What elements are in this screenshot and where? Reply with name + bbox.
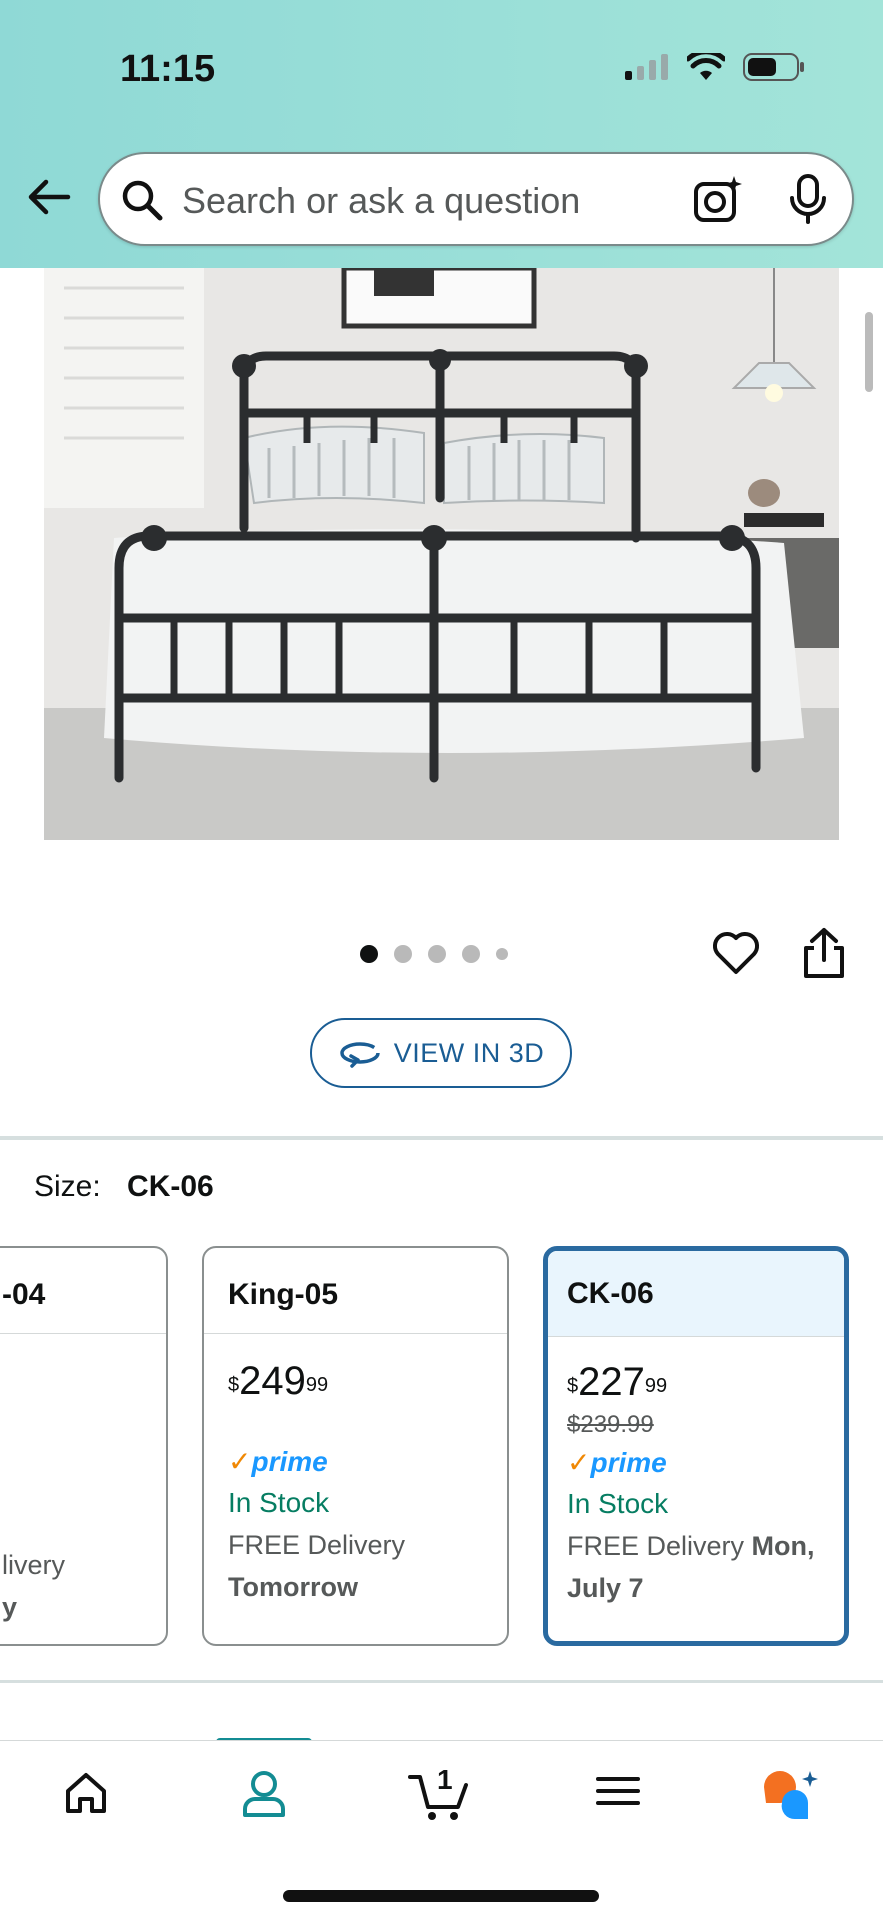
size-label: Size: — [34, 1170, 101, 1203]
price: $24999 — [228, 1359, 329, 1403]
wishlist-button[interactable] — [710, 928, 762, 983]
search-input[interactable]: Search or ask a question — [182, 180, 580, 222]
section-divider — [0, 1136, 883, 1140]
search-bar[interactable]: Search or ask a question — [98, 152, 854, 246]
scroll-indicator[interactable] — [865, 312, 873, 392]
battery-icon — [743, 53, 804, 81]
carousel-dot-5[interactable] — [496, 948, 508, 960]
size-option-title: King-05 — [204, 1248, 507, 1334]
top-header: 11:15 Search or ask a question — [0, 0, 883, 268]
tab-home[interactable] — [62, 1769, 110, 1822]
size-option-card-selected[interactable]: CK-06 $22799 $239.99 ✓prime In Stock FRE… — [543, 1246, 849, 1646]
price: $22799 — [567, 1360, 668, 1404]
selected-size: CK-06 — [127, 1170, 214, 1203]
carousel-dot-1[interactable] — [360, 945, 378, 963]
menu-icon — [596, 1777, 640, 1805]
person-icon — [243, 1771, 285, 1817]
prime-badge: ✓prime — [228, 1446, 328, 1477]
signal-icon — [625, 54, 668, 80]
prime-badge: ✓prime — [567, 1447, 667, 1478]
status-time: 11:15 — [120, 48, 216, 90]
carousel-dot-2[interactable] — [394, 945, 412, 963]
stock-status: In Stock — [228, 1487, 330, 1518]
cart-count-badge: 1 — [437, 1764, 453, 1795]
delivery-date: Tomorrow — [228, 1572, 358, 1602]
list-price: $239.99 — [567, 1411, 654, 1438]
delivery-date: y — [2, 1592, 18, 1622]
product-image[interactable] — [44, 268, 839, 840]
carousel-dot-4[interactable] — [462, 945, 480, 963]
image-carousel-dots[interactable] — [360, 945, 508, 963]
section-divider — [0, 1680, 883, 1683]
camera-search-icon[interactable] — [692, 174, 744, 226]
view-in-3d-label: VIEW IN 3D — [393, 1037, 545, 1068]
home-indicator[interactable] — [283, 1890, 599, 1902]
size-option-card[interactable]: King-05 $24999 ✓prime In Stock FREE Deli… — [202, 1246, 509, 1646]
share-icon — [804, 928, 844, 978]
delivery-info: FREE Delivery Mon, July 7 — [567, 1531, 815, 1603]
tab-menu[interactable] — [596, 1769, 640, 1818]
size-option-card[interactable]: -04 livery y — [0, 1246, 168, 1646]
microphone-icon[interactable] — [786, 172, 830, 226]
back-arrow-icon — [28, 179, 71, 215]
back-button[interactable] — [24, 172, 74, 222]
tab-rufus-assistant[interactable] — [760, 1769, 820, 1828]
carousel-dot-3[interactable] — [428, 945, 446, 963]
share-button[interactable] — [800, 926, 848, 985]
view-in-3d-button[interactable]: VIEW IN 3D — [310, 1018, 572, 1088]
wifi-icon — [687, 53, 725, 80]
home-icon — [66, 1773, 106, 1813]
status-icons — [625, 52, 805, 82]
heart-icon — [712, 931, 760, 974]
delivery-text: FREE Delivery — [228, 1530, 406, 1560]
search-icon — [122, 180, 163, 221]
tab-profile[interactable] — [240, 1769, 288, 1824]
rotate-3d-icon — [339, 1042, 380, 1068]
size-option-title: CK-06 — [548, 1251, 844, 1337]
stock-status: In Stock — [567, 1488, 669, 1519]
size-option-title: -04 — [0, 1248, 166, 1334]
assistant-chat-icon — [764, 1771, 818, 1820]
bed-frame-image — [44, 268, 839, 840]
delivery-text: livery — [2, 1550, 66, 1580]
size-selector-header: Size: CK-06 — [34, 1170, 214, 1204]
